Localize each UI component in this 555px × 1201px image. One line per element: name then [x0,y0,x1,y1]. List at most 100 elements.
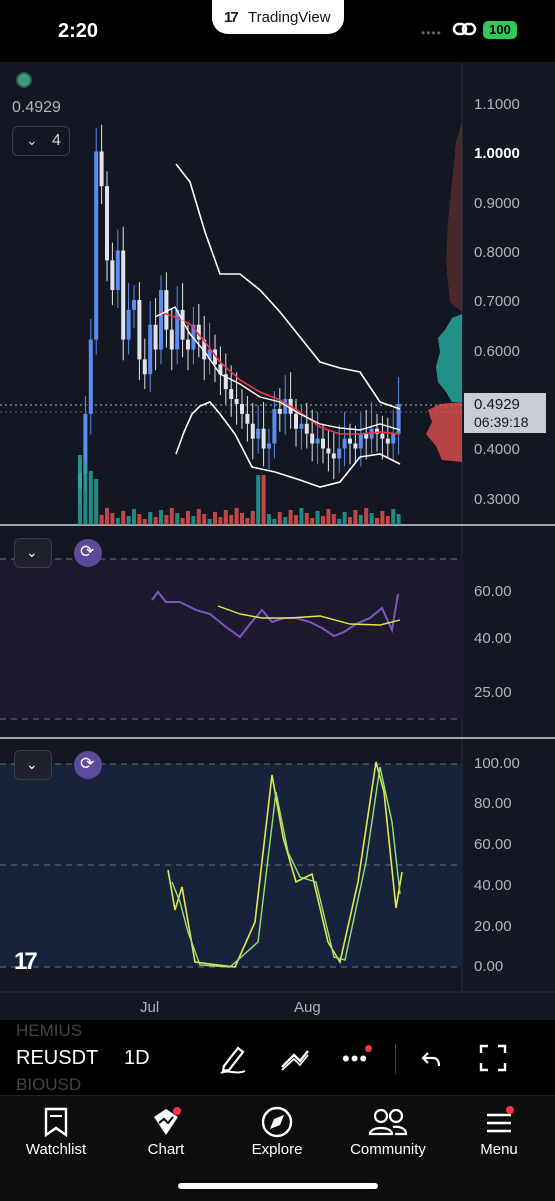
rsi-axis-label: 25.00 [474,684,512,701]
volume-bar [304,513,309,525]
stoch-axis-label: 60.00 [474,836,512,853]
app-pill-label: TradingView [248,9,331,26]
candle-body [121,250,126,340]
status-time: 2:20 [58,20,99,42]
volume-bar [169,508,174,525]
indicator-count: 4 [52,132,61,149]
volume-bar [267,514,271,525]
bookmark-icon [44,1107,68,1138]
fullscreen-icon[interactable] [479,1044,507,1072]
tab-label: Community [350,1141,426,1158]
volume-bar [348,517,352,525]
rsi-axis-label: 60.00 [474,583,512,600]
sync-icon: ⟳ [80,542,95,561]
volume-bar [110,513,115,525]
tab-explore[interactable]: Explore [222,1097,332,1158]
candle-body [261,428,266,449]
price-axis-label: 0.3000 [474,491,520,508]
menu-icon [487,1106,514,1133]
candle-body [277,408,282,414]
volume-bar [142,519,147,525]
candle-body [110,260,115,291]
candle-body [159,290,163,350]
candle-body [299,423,304,429]
current-price-badge: 0.4929 06:39:18 [464,393,546,433]
toolbar-divider [395,1044,396,1074]
volume-bar [126,516,131,525]
volume-bar [99,515,104,525]
volume-bar [288,510,293,525]
stoch-settings-button[interactable]: ⟳ [74,751,102,779]
compass-icon [261,1106,293,1138]
volume-bar [380,511,385,525]
candle-body [126,309,131,340]
undo-icon[interactable] [420,1049,442,1069]
rsi-settings-button[interactable]: ⟳ [74,539,102,567]
candle-body [380,433,385,439]
candle-body [250,423,255,439]
volume-bar [148,512,153,525]
pen-icon[interactable] [218,1042,248,1076]
trend-line-icon[interactable] [279,1046,311,1072]
candle-body [326,448,331,454]
stoch-collapse-button[interactable]: ⌄ [14,750,52,780]
volume-bar [283,517,288,525]
price-axis-label: 0.9000 [474,195,520,212]
tab-chart[interactable]: Chart [111,1097,221,1158]
tradingview-logo-icon: 17 [224,9,239,26]
volume-bar [175,513,180,525]
volume-bar [207,519,212,525]
volume-bar [137,514,142,525]
volume-bar [396,514,401,525]
volume-bar [132,509,136,525]
stoch-axis-label: 0.00 [474,958,504,975]
volume-bar [218,517,223,525]
indicators-toggle-button[interactable]: ⌄ 4 [12,126,70,156]
candle-body [315,438,320,444]
candle-body [234,399,239,404]
price-axis-label: 1.1000 [474,96,520,113]
candle-body [272,408,277,444]
time-axis-label: Jul [140,999,160,1016]
tab-menu[interactable]: Menu [444,1097,554,1158]
candle-body [180,309,185,340]
volume-bar [245,518,250,525]
volume-bar [180,518,185,525]
volume-bar [229,515,234,525]
volume-bar [78,455,82,525]
volume-bar [83,463,88,525]
candle-body [364,433,369,439]
candle-body [175,309,180,350]
volume-bar [385,516,390,525]
rsi-axis-label: 40.00 [474,630,512,647]
candle-body [358,433,363,449]
volume-bar [250,511,255,525]
candle-body [148,324,153,375]
volume-bar [186,511,190,525]
volume-bar [202,514,207,525]
tab-watchlist[interactable]: Watchlist [1,1097,111,1158]
volume-bar [121,511,126,525]
more-dots-icon[interactable]: ••• [342,1046,368,1072]
home-indicator [178,1183,378,1189]
volume-bar [337,519,342,525]
rsi-collapse-button[interactable]: ⌄ [14,538,52,568]
interval-selector[interactable]: 1D [124,1047,150,1070]
volume-bar [159,510,163,525]
chart-icon [154,1107,181,1135]
candle-body [186,339,190,350]
volume-bar [342,512,347,525]
tradingview-pill[interactable]: 17 TradingView [212,0,344,34]
candle-body [342,438,347,449]
volume-bar [315,511,320,525]
candle-body [169,329,174,350]
market-status-dot[interactable] [16,72,32,88]
badge-price: 0.4929 [474,396,520,413]
symbol-selector[interactable]: REUSDT [16,1047,98,1070]
volume-bar [153,517,158,525]
tab-label: Chart [147,1141,185,1158]
tab-community[interactable]: Community [333,1097,443,1158]
tab-label: Menu [480,1141,518,1158]
volume-bar [310,518,315,525]
time-axis-label: Aug [294,999,321,1016]
